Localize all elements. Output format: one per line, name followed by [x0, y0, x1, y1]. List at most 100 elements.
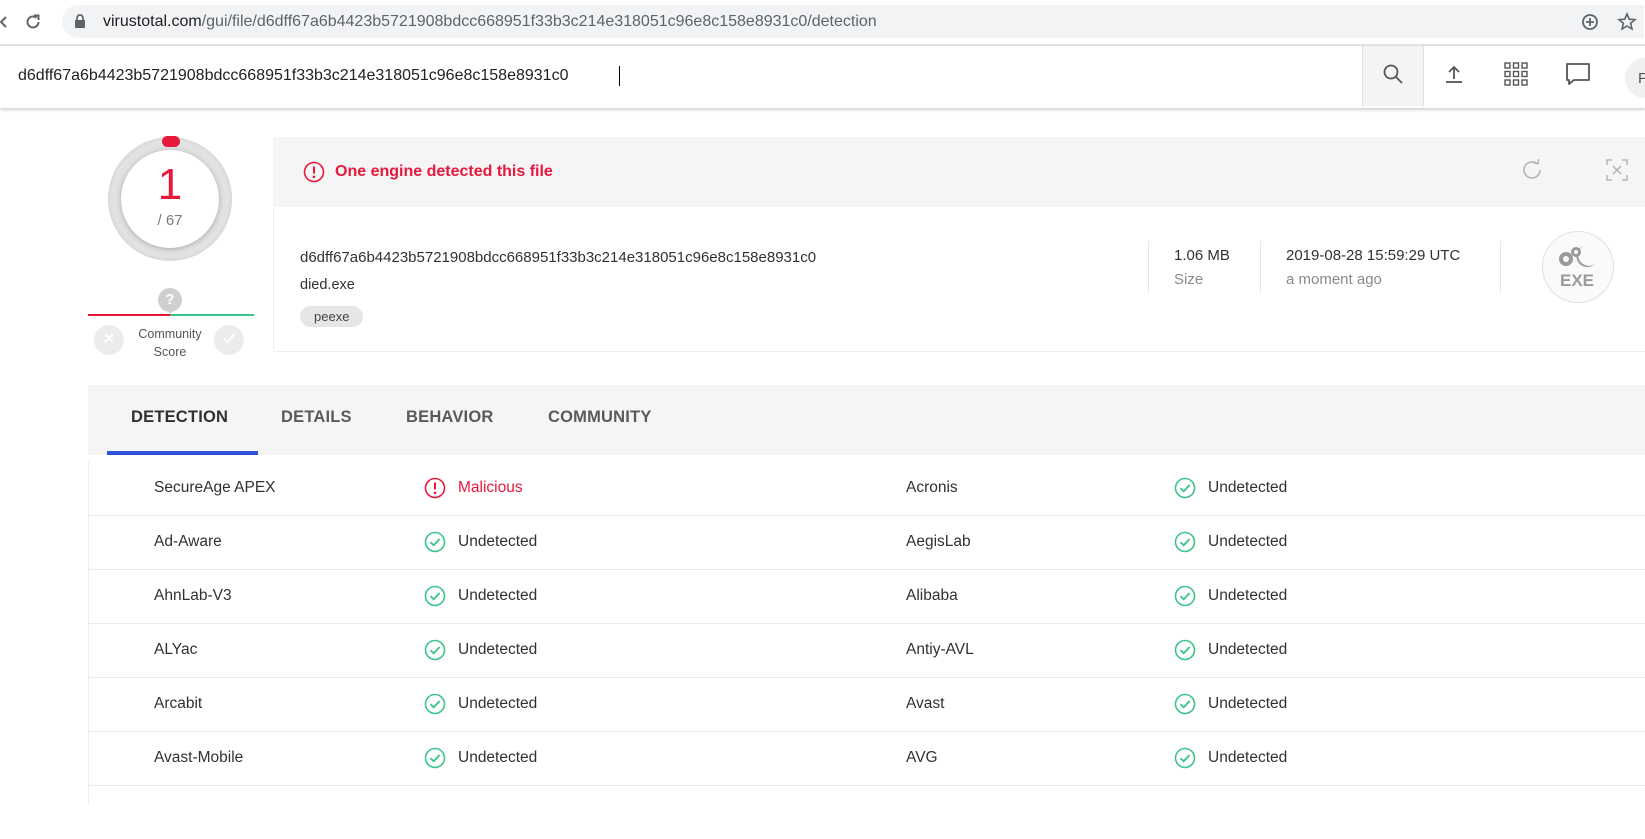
detection-table: SecureAge APEX Malicious Acronis Undetected… [88, 462, 1645, 805]
tab-behavior[interactable]: BEHAVIOR [406, 408, 493, 427]
detection-result: Undetected [458, 587, 538, 604]
detection-result: Undetected [1208, 695, 1288, 712]
engine-total: / 67 [157, 212, 183, 229]
table-row: AhnLab-V3 Undetected Alibaba Undetected [89, 570, 1645, 624]
refresh-icon [1519, 157, 1545, 188]
search-icon [1382, 63, 1404, 90]
bookmark-star-icon[interactable] [1616, 11, 1638, 33]
divider [1148, 241, 1149, 293]
detection-result: Undetected [1208, 749, 1288, 766]
file-type-label: EXE [1560, 271, 1594, 290]
community-bar-negative [88, 314, 170, 316]
detection-result: Undetected [458, 695, 538, 712]
detection-result: Undetected [458, 641, 538, 658]
back-arrow-icon[interactable] [0, 10, 16, 34]
check-circle-icon [424, 585, 446, 607]
detection-result: Undetected [1208, 641, 1288, 658]
engine-name: AhnLab-V3 [154, 587, 232, 604]
apps-grid-button[interactable] [1486, 46, 1546, 106]
check-circle-icon [1174, 693, 1196, 715]
check-circle-icon [424, 531, 446, 553]
divider [1500, 241, 1501, 293]
apps-grid-icon [1504, 61, 1528, 91]
table-row: Ad-Aware Undetected AegisLab Undetected [89, 516, 1645, 570]
report-tabs: DETECTION DETAILS BEHAVIOR COMMUNITY [88, 385, 1645, 455]
divider [1260, 241, 1261, 293]
engine-name: SecureAge APEX [154, 479, 276, 496]
engine-name: Avast [906, 695, 945, 712]
address-url[interactable]: virustotal.com/gui/file/d6dff67a6b4423b5… [103, 13, 877, 31]
file-size-value: 1.06 MB [1174, 247, 1230, 264]
file-hash[interactable]: d6dff67a6b4423b5721908bdcc668951f33b3c21… [300, 249, 816, 266]
tab-community[interactable]: COMMUNITY [548, 408, 652, 427]
search-input[interactable] [0, 46, 1362, 106]
alert-circle-icon [424, 477, 446, 499]
search-header: F [0, 45, 1645, 108]
gauge-detection-marker [162, 136, 180, 147]
vote-harmful-button[interactable] [94, 325, 124, 355]
detection-result: Malicious [458, 479, 523, 496]
browser-toolbar: virustotal.com/gui/file/d6dff67a6b4423b5… [0, 0, 1645, 45]
engine-name: Arcabit [154, 695, 203, 712]
check-icon [222, 331, 236, 349]
table-row [89, 786, 1645, 839]
file-info-card: d6dff67a6b4423b5721908bdcc668951f33b3c21… [273, 207, 1645, 352]
community-score-label: Community Score [132, 325, 208, 361]
check-circle-icon [1174, 639, 1196, 661]
similar-files-button[interactable] [1600, 155, 1634, 189]
detection-result: Undetected [1208, 587, 1288, 604]
engine-name: Ad-Aware [154, 533, 222, 550]
reload-icon[interactable] [21, 10, 45, 34]
close-icon [103, 331, 115, 349]
upload-button[interactable] [1424, 46, 1484, 106]
file-size-label: Size [1174, 271, 1204, 288]
alert-circle-icon [303, 161, 325, 188]
community-bar-positive [170, 314, 254, 316]
upload-icon [1443, 63, 1465, 90]
check-circle-icon [424, 693, 446, 715]
file-tag[interactable]: peexe [300, 306, 364, 327]
detection-result: Undetected [458, 533, 538, 550]
tab-detection[interactable]: DETECTION [131, 408, 228, 427]
address-bar[interactable]: virustotal.com/gui/file/d6dff67a6b4423b5… [62, 5, 1644, 38]
table-row: Avast-Mobile Undetected AVG Undetected [89, 732, 1645, 786]
expand-arrows-icon [1605, 158, 1629, 187]
chat-button[interactable] [1548, 46, 1608, 106]
check-circle-icon [1174, 531, 1196, 553]
community-label-line2: Score [153, 345, 187, 359]
engine-name: Antiy-AVL [906, 641, 974, 658]
url-path: /gui/file/d6dff67a6b4423b5721908bdcc6689… [201, 13, 877, 30]
active-tab-indicator [107, 451, 258, 455]
check-circle-icon [1174, 585, 1196, 607]
url-host: virustotal.com [103, 13, 202, 30]
detection-result: Undetected [1208, 533, 1288, 550]
detection-alert-banner: One engine detected this file [273, 137, 1645, 207]
engine-name: AVG [906, 749, 938, 766]
engine-name: ALYac [154, 641, 198, 658]
avatar[interactable]: F [1625, 58, 1645, 98]
search-button[interactable] [1362, 46, 1424, 106]
community-question-icon: ? [158, 288, 182, 312]
analysis-date-relative: a moment ago [1286, 271, 1382, 288]
file-name: died.exe [300, 277, 355, 293]
engine-name: AegisLab [906, 533, 971, 550]
zoom-plus-icon[interactable] [1579, 11, 1601, 33]
alert-message: One engine detected this file [335, 163, 553, 180]
vote-harmless-button[interactable] [214, 325, 244, 355]
community-label-line1: Community [138, 327, 202, 341]
tab-details[interactable]: DETAILS [281, 408, 352, 427]
detection-count: 1 [157, 160, 183, 209]
check-circle-icon [1174, 477, 1196, 499]
engine-name: Acronis [906, 479, 958, 496]
table-row: Arcabit Undetected Avast Undetected [89, 678, 1645, 732]
detection-result: Undetected [1208, 479, 1288, 496]
check-circle-icon [1174, 747, 1196, 769]
text-caret [619, 66, 620, 86]
analysis-date: 2019-08-28 15:59:29 UTC [1286, 247, 1461, 264]
chat-bubble-icon [1565, 62, 1591, 91]
file-type-exe-icon: EXE [1542, 231, 1614, 303]
reanalyze-button[interactable] [1515, 155, 1549, 189]
lock-icon [74, 14, 86, 34]
engine-name: Avast-Mobile [154, 749, 244, 766]
check-circle-icon [424, 747, 446, 769]
